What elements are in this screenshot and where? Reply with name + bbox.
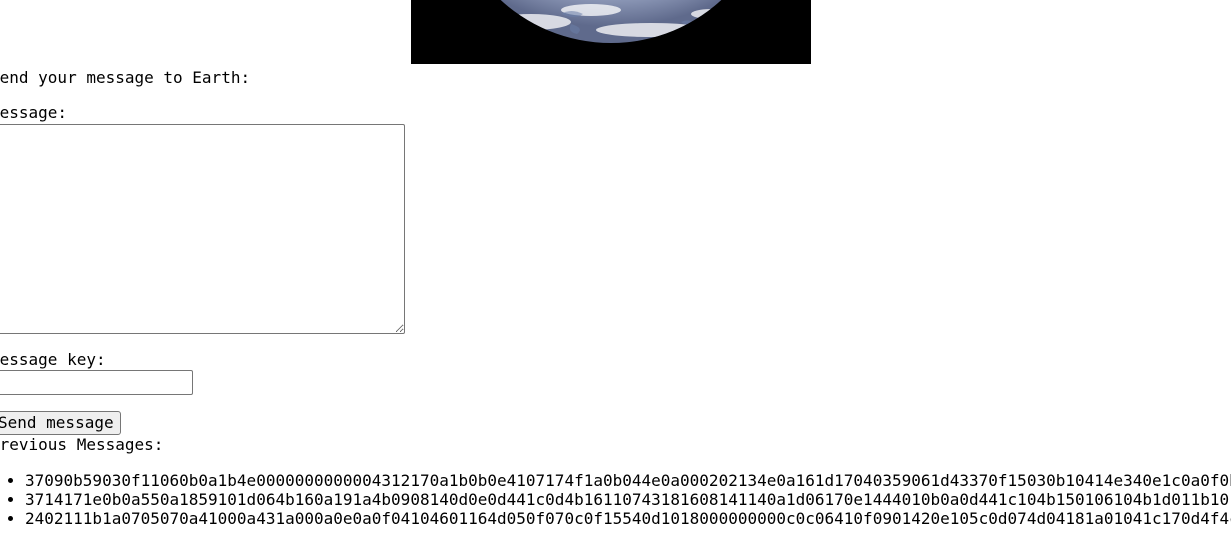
- page: Send your message to Earth: Message: Mes…: [0, 0, 1231, 541]
- message-item: 3714171e0b0a550a1859101d064b160a191a4b09…: [25, 490, 1231, 509]
- previous-messages-heading: Previous Messages:: [0, 435, 164, 454]
- message-key-input[interactable]: [0, 370, 193, 395]
- message-item: 2402111b1a0705070a41000a431a000a0e0a0f04…: [25, 509, 1231, 528]
- previous-messages-list: 37090b59030f11060b0a1b4e0000000000004312…: [0, 471, 1231, 528]
- form-heading: Send your message to Earth:: [0, 68, 251, 87]
- message-label: Message:: [0, 103, 68, 122]
- message-textarea[interactable]: [0, 124, 405, 334]
- earth-globe-icon: [411, 0, 811, 64]
- send-message-button[interactable]: Send message: [0, 411, 121, 435]
- earth-image: [411, 0, 811, 64]
- message-key-label: Message key:: [0, 350, 106, 369]
- message-item: 37090b59030f11060b0a1b4e0000000000004312…: [25, 471, 1231, 490]
